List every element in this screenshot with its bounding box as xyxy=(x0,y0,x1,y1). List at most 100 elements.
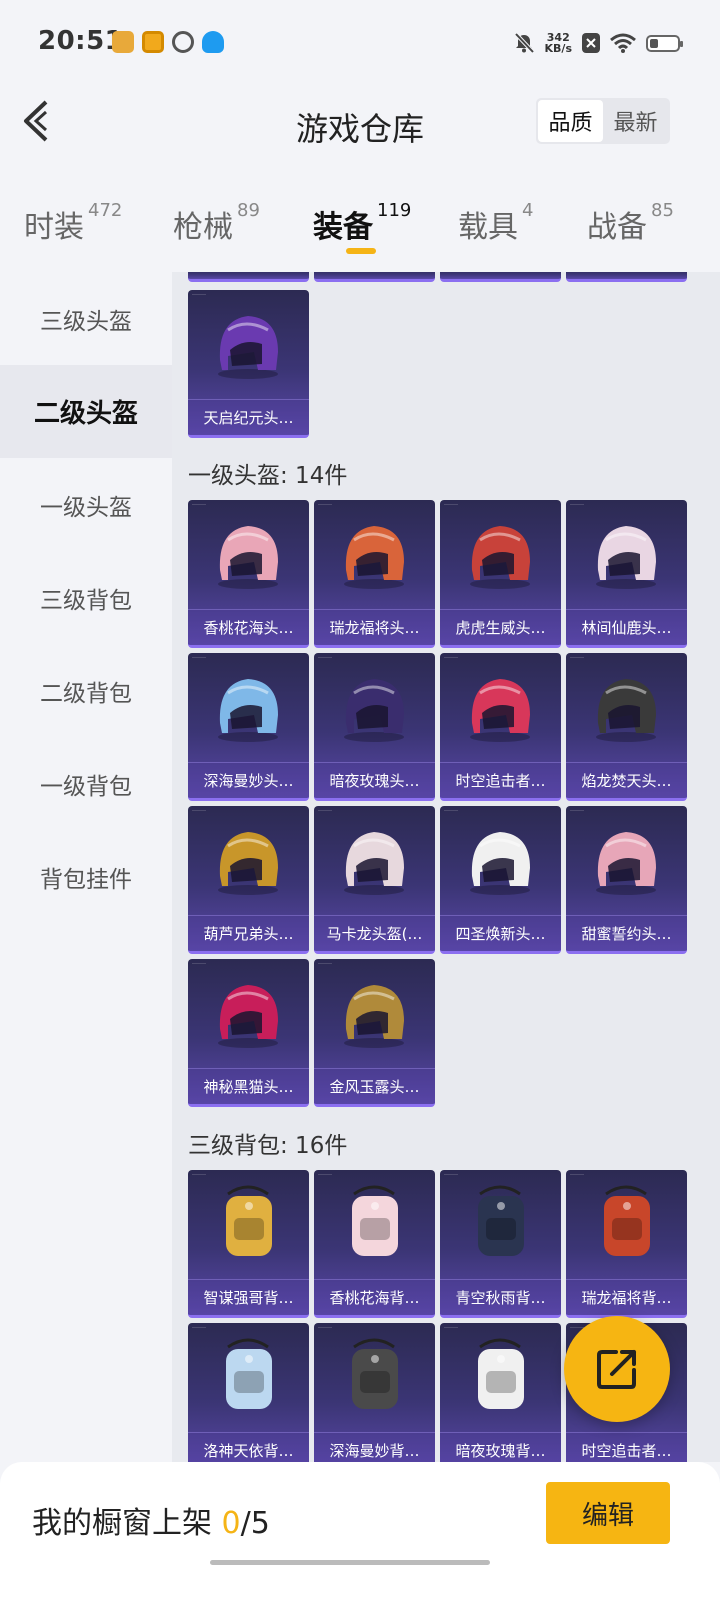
network-speed: 342 KB/s xyxy=(545,32,572,54)
item-card[interactable]: 金风玉露头… xyxy=(314,959,435,1107)
item-card[interactable]: 林间仙鹿头… xyxy=(566,500,687,648)
showcase-count: 0 xyxy=(221,1506,241,1541)
item-thumbnail xyxy=(596,679,656,742)
item-name: 瑞龙福将背… xyxy=(566,1279,687,1315)
item-name: 金风玉露头… xyxy=(314,1068,435,1104)
item-name: 深海曼妙头… xyxy=(188,762,309,798)
item-card[interactable]: 暗夜玫瑰背… xyxy=(440,1323,561,1462)
item-name: 智谋强哥背… xyxy=(188,1279,309,1315)
item-name: 暗夜玫瑰头… xyxy=(314,762,435,798)
item-card[interactable]: 瑞龙福将背… xyxy=(566,1170,687,1318)
item-thumbnail xyxy=(226,1185,272,1256)
app-screen: 20:51 342 KB/s 游戏仓库 品质 最新 时装 472 枪械 89 装备 11… xyxy=(0,0,720,1608)
item-card[interactable]: 香桃花海背… xyxy=(314,1170,435,1318)
item-card[interactable] xyxy=(188,272,309,282)
sidebar-item-lvl3-bag[interactable]: 三级背包 xyxy=(0,551,172,644)
status-icons: 342 KB/s xyxy=(513,28,683,58)
item-thumbnail xyxy=(470,832,530,895)
item-card[interactable]: 神秘黑猫头… xyxy=(188,959,309,1107)
card-corner-decoration xyxy=(318,1174,332,1180)
card-corner-decoration xyxy=(444,810,458,816)
item-name: 香桃花海头… xyxy=(188,609,309,645)
tab-weapons[interactable]: 枪械 89 xyxy=(173,200,260,246)
tab-label: 时装 xyxy=(24,210,84,245)
tab-count: 89 xyxy=(237,200,260,221)
tab-equipment[interactable]: 装备 119 xyxy=(313,200,411,246)
mute-icon xyxy=(514,32,534,54)
item-card[interactable]: 甜蜜誓约头… xyxy=(566,806,687,954)
item-thumbnail xyxy=(344,526,404,589)
showcase-status: 我的橱窗上架 0/5 xyxy=(32,1498,270,1542)
sort-quality-button[interactable]: 品质 xyxy=(538,100,603,142)
item-card[interactable]: 葫芦兄弟头… xyxy=(188,806,309,954)
card-corner-decoration xyxy=(192,963,206,969)
item-thumbnail xyxy=(470,679,530,742)
item-card[interactable]: 深海曼妙背… xyxy=(314,1323,435,1462)
card-corner-decoration xyxy=(318,504,332,510)
item-thumbnail xyxy=(226,1338,272,1409)
sidebar-item-lvl1-helmet[interactable]: 一级头盔 xyxy=(0,458,172,551)
item-card[interactable]: 智谋强哥背… xyxy=(188,1170,309,1318)
item-thumbnail xyxy=(218,832,278,895)
category-sidebar: 三级头盔 二级头盔 一级头盔 三级背包 二级背包 一级背包 背包挂件 xyxy=(0,272,172,1462)
tab-label: 载具 xyxy=(458,210,518,245)
section-label-lvl3-bag: 三级背包: 16件 xyxy=(188,1133,348,1159)
item-name: 马卡龙头盔(… xyxy=(314,915,435,951)
home-indicator[interactable] xyxy=(210,1560,490,1565)
item-card[interactable]: 暗夜玫瑰头… xyxy=(314,653,435,801)
sidebar-item-lvl1-bag[interactable]: 一级背包 xyxy=(0,737,172,830)
card-corner-decoration xyxy=(318,810,332,816)
item-thumbnail xyxy=(604,1185,650,1256)
item-name: 暗夜玫瑰背… xyxy=(440,1432,561,1462)
edit-button[interactable]: 编辑 xyxy=(546,1482,670,1544)
card-corner-decoration xyxy=(570,657,584,663)
card-corner-decoration xyxy=(318,657,332,663)
item-name: 甜蜜誓约头… xyxy=(566,915,687,951)
item-name: 林间仙鹿头… xyxy=(566,609,687,645)
item-card[interactable]: 瑞龙福将头… xyxy=(314,500,435,648)
item-thumbnail xyxy=(478,1338,524,1409)
active-tab-indicator xyxy=(346,248,376,254)
item-card[interactable]: 青空秋雨背… xyxy=(440,1170,561,1318)
item-card[interactable]: 洛神天依背… xyxy=(188,1323,309,1462)
card-corner-decoration xyxy=(192,294,206,300)
item-card[interactable]: 香桃花海头… xyxy=(188,500,309,648)
share-icon xyxy=(597,1350,636,1389)
tab-label: 战备 xyxy=(587,210,647,245)
tab-fashion[interactable]: 时装 472 xyxy=(24,200,123,246)
sidebar-item-lvl2-helmet[interactable]: 二级头盔 xyxy=(0,365,172,458)
item-thumbnail xyxy=(344,679,404,742)
item-name: 洛神天依背… xyxy=(188,1432,309,1462)
item-name: 神秘黑猫头… xyxy=(188,1068,309,1104)
sidebar-item-bag-charm[interactable]: 背包挂件 xyxy=(0,830,172,923)
item-card[interactable] xyxy=(566,272,687,282)
wifi-icon xyxy=(610,33,636,53)
item-thumbnail xyxy=(218,679,278,742)
item-card[interactable] xyxy=(314,272,435,282)
tab-combat-gear[interactable]: 战备 85 xyxy=(587,200,674,246)
card-corner-decoration xyxy=(192,810,206,816)
bottom-bar: 我的橱窗上架 0/5 编辑 xyxy=(0,1462,720,1608)
item-card[interactable]: 虎虎生威头… xyxy=(440,500,561,648)
share-button[interactable] xyxy=(564,1316,670,1422)
item-card[interactable]: 天启纪元头… xyxy=(188,290,309,438)
category-tabs: 时装 472 枪械 89 装备 119 载具 4 战备 85 xyxy=(0,180,720,266)
page-header: 游戏仓库 品质 最新 xyxy=(0,66,720,176)
sidebar-item-lvl3-helmet[interactable]: 三级头盔 xyxy=(0,272,172,365)
showcase-label: 我的橱窗上架 xyxy=(32,1506,212,1541)
sidebar-item-lvl2-bag[interactable]: 二级背包 xyxy=(0,644,172,737)
item-card[interactable]: 焰龙焚天头… xyxy=(566,653,687,801)
tab-count: 472 xyxy=(88,200,123,221)
item-card[interactable]: 深海曼妙头… xyxy=(188,653,309,801)
item-thumbnail xyxy=(344,985,404,1048)
item-card[interactable]: 时空追击者… xyxy=(440,653,561,801)
item-name: 四圣焕新头… xyxy=(440,915,561,951)
card-corner-decoration xyxy=(192,1327,206,1333)
item-thumbnail xyxy=(218,985,278,1048)
item-card[interactable]: 四圣焕新头… xyxy=(440,806,561,954)
card-corner-decoration xyxy=(192,1174,206,1180)
tab-vehicles[interactable]: 载具 4 xyxy=(458,200,533,246)
item-card[interactable]: 马卡龙头盔(… xyxy=(314,806,435,954)
item-card[interactable] xyxy=(440,272,561,282)
sort-newest-button[interactable]: 最新 xyxy=(603,100,668,142)
